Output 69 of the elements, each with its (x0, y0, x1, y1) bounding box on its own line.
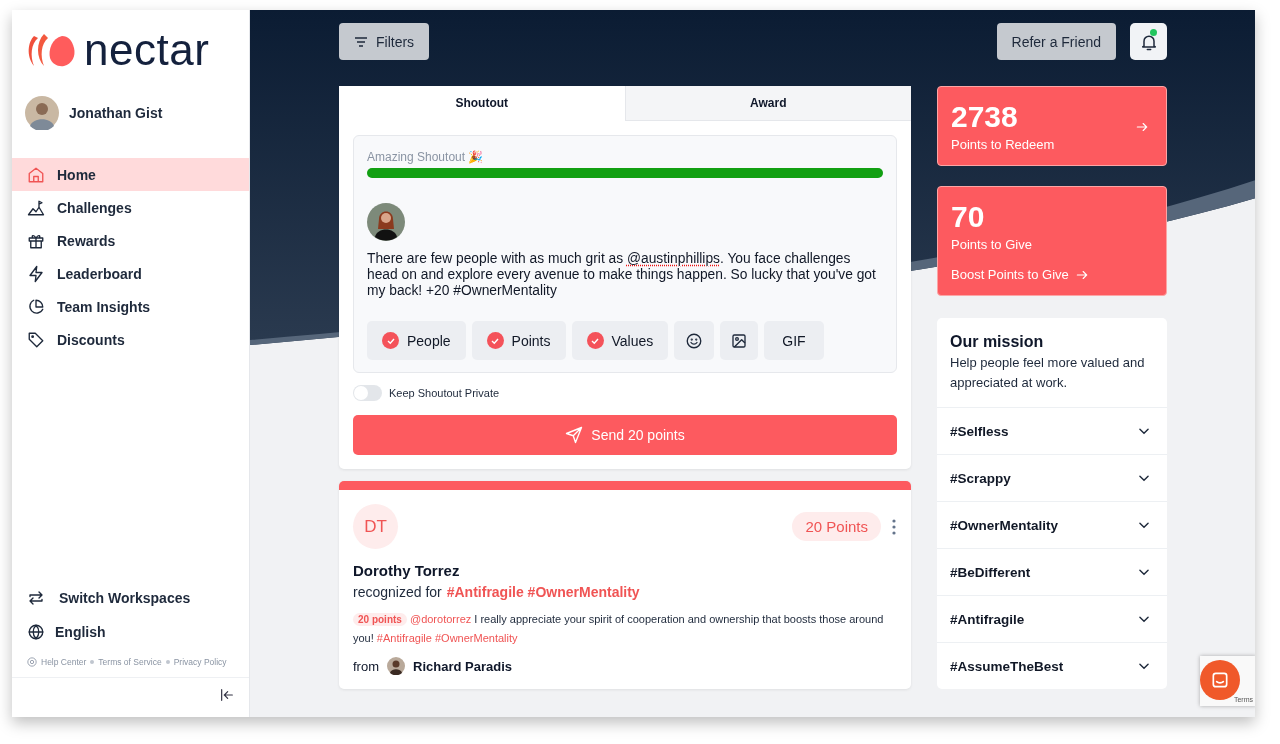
avatar (367, 203, 405, 241)
value-accordion-item[interactable]: #Antifragile (937, 595, 1167, 642)
more-options-icon[interactable] (891, 517, 897, 536)
user-name: Jonathan Gist (69, 105, 163, 121)
private-label: Keep Shoutout Private (389, 387, 500, 399)
post-message: 20 points @dorotorrez I really appreciate your spirit of cooperation and ownership that boosts those around you! #Antifragile #OwnerMentality (353, 612, 885, 646)
petal-logo-icon (26, 32, 76, 68)
recipient-name: Dorothy Torrez (353, 562, 461, 579)
image-button[interactable] (720, 321, 759, 360)
switch-workspace-link[interactable]: Switch Workspaces (12, 581, 249, 615)
home-icon (27, 165, 45, 184)
value-accordion-item[interactable]: #Scrappy (937, 454, 1167, 501)
globe-icon (27, 623, 45, 641)
value-accordion-item[interactable]: #BeDifferent (937, 548, 1167, 595)
points-value: 2738 (951, 101, 1019, 133)
filters-button[interactable]: Filters (339, 23, 430, 60)
mission-text: Help people feel more valued and appreciated at work. (950, 354, 1146, 392)
send-icon (565, 426, 584, 444)
help-icon (27, 657, 37, 667)
shoutout-message[interactable]: There are few people with as much grit as @austinphillips. You face challenges head on and explore every avenue to make things happen. So lucky that you've got my back! +20 #OwnerMentality (367, 251, 883, 299)
value-accordion-item[interactable]: #Selfless (937, 407, 1167, 454)
filter-icon (354, 35, 368, 48)
nav-item[interactable]: Rewards (12, 224, 249, 257)
tab[interactable]: Shoutout (339, 86, 625, 120)
value-accordion-item[interactable]: #OwnerMentality (937, 501, 1167, 548)
points-value: 70 (951, 201, 986, 233)
chat-icon (1210, 670, 1230, 690)
tab[interactable]: Award (624, 86, 911, 121)
quality-label: Amazing Shoutout 🎉 (367, 150, 485, 164)
value-name: #BeDifferent (950, 564, 1031, 580)
value-name: #Scrappy (950, 470, 1011, 486)
language-selector[interactable]: English (12, 615, 249, 649)
initials-avatar: DT (353, 504, 398, 549)
lightning-icon (27, 264, 45, 283)
avatar (387, 657, 405, 675)
tag-icon (27, 330, 45, 349)
people-points-values-chip[interactable]: People (367, 321, 466, 360)
value-name: #OwnerMentality (950, 517, 1059, 533)
nav-item[interactable]: Home (12, 158, 249, 191)
private-toggle[interactable] (353, 385, 382, 401)
swap-arrows-icon (27, 589, 45, 607)
smiley-icon (685, 331, 704, 350)
people-points-values-chip[interactable]: Values (571, 321, 669, 360)
points-label: Points to Redeem (951, 137, 1055, 152)
notifications-button[interactable] (1130, 23, 1167, 60)
sender-name[interactable]: Richard Paradis (413, 658, 512, 674)
avatar (25, 96, 59, 130)
nav-item[interactable]: Team Insights (12, 290, 249, 323)
brand-name: nectar (84, 28, 210, 72)
value-name: #AssumeTheBest (950, 658, 1064, 674)
value-name: #Antifragile (950, 611, 1025, 627)
gif-button[interactable]: GIF (764, 321, 824, 360)
value-accordion-item[interactable]: #AssumeTheBest (937, 642, 1167, 689)
mission-title: Our mission (950, 333, 1045, 351)
mountain-flag-icon (27, 198, 45, 217)
nav-item[interactable]: Challenges (12, 191, 249, 224)
image-icon (731, 332, 748, 349)
recognized-label: recognized for (353, 584, 442, 600)
from-label: from (353, 658, 379, 674)
points-label: Points to Give (951, 237, 1032, 252)
nav-item[interactable]: Leaderboard (12, 257, 249, 290)
emoji-button[interactable] (674, 321, 715, 360)
pie-chart-icon (27, 297, 45, 316)
value-name: #Selfless (950, 423, 1009, 439)
nav-item[interactable]: Discounts (12, 323, 249, 356)
points-badge: 20 Points (792, 512, 881, 541)
people-points-values-chip[interactable]: Points (471, 321, 566, 360)
collapse-sidebar-icon[interactable] (219, 687, 235, 703)
refer-friend-button[interactable]: Refer a Friend (996, 23, 1116, 60)
